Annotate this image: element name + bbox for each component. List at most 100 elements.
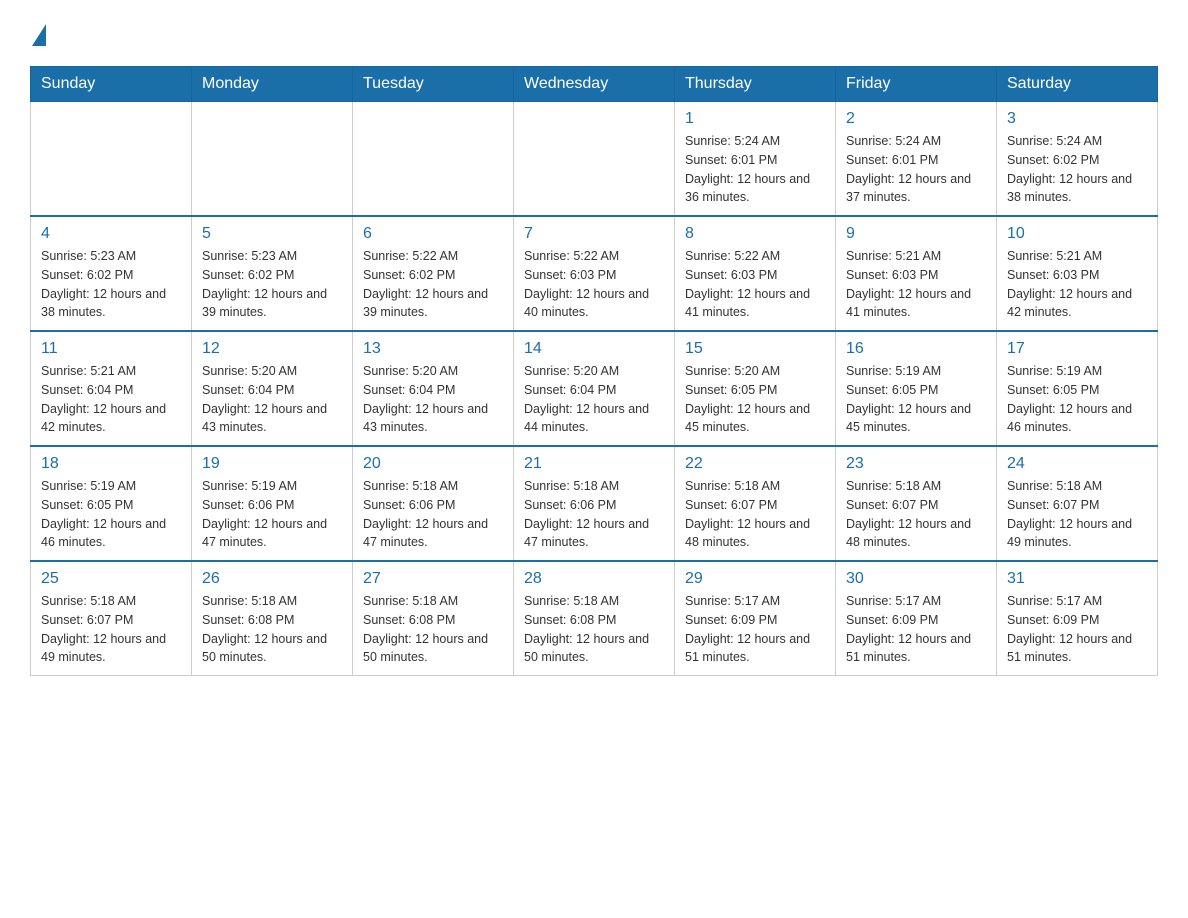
day-info: Sunrise: 5:18 AMSunset: 6:07 PMDaylight:… (685, 477, 825, 552)
day-number: 2 (846, 110, 986, 128)
calendar-cell: 8Sunrise: 5:22 AMSunset: 6:03 PMDaylight… (675, 216, 836, 331)
day-number: 21 (524, 455, 664, 473)
calendar-table: SundayMondayTuesdayWednesdayThursdayFrid… (30, 66, 1158, 676)
calendar-cell (192, 102, 353, 217)
day-of-week-header: Saturday (997, 67, 1158, 102)
day-info: Sunrise: 5:19 AMSunset: 6:06 PMDaylight:… (202, 477, 342, 552)
calendar-cell: 14 Sunrise: 5:20 AMSunset: 6:04 PMDayligh… (514, 331, 675, 446)
day-number: 16 (846, 340, 986, 358)
logo-triangle-icon (32, 24, 46, 46)
day-info: Sunrise: 5:20 AMSunset: 6:04 PMDaylight:… (202, 362, 342, 437)
day-number: 6 (363, 225, 503, 243)
calendar-cell: 6 Sunrise: 5:22 AMSunset: 6:02 PMDaylight… (353, 216, 514, 331)
page-header (30, 20, 1158, 46)
calendar-cell: 26 Sunrise: 5:18 AMSunset: 6:08 PMDayligh… (192, 561, 353, 676)
day-number: 26 (202, 570, 342, 588)
day-info: Sunrise: 5:22 AMSunset: 6:03 PMDaylight:… (685, 247, 825, 322)
calendar-cell: 3 Sunrise: 5:24 AMSunset: 6:02 PMDaylight… (997, 102, 1158, 217)
day-info: Sunrise: 5:18 AMSunset: 6:07 PMDaylight:… (41, 592, 181, 667)
day-info: Sunrise: 5:20 AMSunset: 6:04 PMDaylight:… (524, 362, 664, 437)
calendar-cell: 2 Sunrise: 5:24 AMSunset: 6:01 PMDaylight… (836, 102, 997, 217)
calendar-cell: 24 Sunrise: 5:18 AMSunset: 6:07 PMDayligh… (997, 446, 1158, 561)
day-number: 4 (41, 225, 181, 243)
calendar-cell: 30Sunrise: 5:17 AMSunset: 6:09 PMDayligh… (836, 561, 997, 676)
day-of-week-header: Sunday (31, 67, 192, 102)
day-info: Sunrise: 5:23 AMSunset: 6:02 PMDaylight:… (202, 247, 342, 322)
calendar-week-row: 25 Sunrise: 5:18 AMSunset: 6:07 PMDayligh… (31, 561, 1158, 676)
day-number: 20 (363, 455, 503, 473)
calendar-cell: 22 Sunrise: 5:18 AMSunset: 6:07 PMDayligh… (675, 446, 836, 561)
calendar-cell: 10 Sunrise: 5:21 AMSunset: 6:03 PMDayligh… (997, 216, 1158, 331)
day-number: 19 (202, 455, 342, 473)
calendar-cell: 23 Sunrise: 5:18 AMSunset: 6:07 PMDayligh… (836, 446, 997, 561)
day-info: Sunrise: 5:18 AMSunset: 6:06 PMDaylight:… (363, 477, 503, 552)
calendar-cell: 16 Sunrise: 5:19 AMSunset: 6:05 PMDayligh… (836, 331, 997, 446)
day-of-week-header: Wednesday (514, 67, 675, 102)
calendar-cell: 11 Sunrise: 5:21 AMSunset: 6:04 PMDayligh… (31, 331, 192, 446)
day-info: Sunrise: 5:18 AMSunset: 6:08 PMDaylight:… (524, 592, 664, 667)
calendar-cell (353, 102, 514, 217)
calendar-cell (514, 102, 675, 217)
day-number: 31 (1007, 570, 1147, 588)
calendar-cell: 29 Sunrise: 5:17 AMSunset: 6:09 PMDayligh… (675, 561, 836, 676)
day-number: 13 (363, 340, 503, 358)
day-number: 18 (41, 455, 181, 473)
calendar-week-row: 11 Sunrise: 5:21 AMSunset: 6:04 PMDayligh… (31, 331, 1158, 446)
calendar-week-row: 1Sunrise: 5:24 AMSunset: 6:01 PMDaylight… (31, 102, 1158, 217)
day-of-week-header: Thursday (675, 67, 836, 102)
day-info: Sunrise: 5:20 AMSunset: 6:05 PMDaylight:… (685, 362, 825, 437)
calendar-cell: 5 Sunrise: 5:23 AMSunset: 6:02 PMDaylight… (192, 216, 353, 331)
day-info: Sunrise: 5:17 AMSunset: 6:09 PMDaylight:… (685, 592, 825, 667)
day-info: Sunrise: 5:20 AMSunset: 6:04 PMDaylight:… (363, 362, 503, 437)
day-number: 23 (846, 455, 986, 473)
day-info: Sunrise: 5:19 AMSunset: 6:05 PMDaylight:… (846, 362, 986, 437)
day-number: 14 (524, 340, 664, 358)
day-number: 28 (524, 570, 664, 588)
calendar-week-row: 18 Sunrise: 5:19 AMSunset: 6:05 PMDayligh… (31, 446, 1158, 561)
logo (30, 20, 46, 46)
calendar-cell: 7 Sunrise: 5:22 AMSunset: 6:03 PMDaylight… (514, 216, 675, 331)
calendar-cell: 27Sunrise: 5:18 AMSunset: 6:08 PMDayligh… (353, 561, 514, 676)
day-info: Sunrise: 5:21 AMSunset: 6:03 PMDaylight:… (846, 247, 986, 322)
day-info: Sunrise: 5:24 AMSunset: 6:01 PMDaylight:… (846, 132, 986, 207)
day-number: 12 (202, 340, 342, 358)
day-info: Sunrise: 5:21 AMSunset: 6:04 PMDaylight:… (41, 362, 181, 437)
calendar-cell: 15Sunrise: 5:20 AMSunset: 6:05 PMDayligh… (675, 331, 836, 446)
day-info: Sunrise: 5:24 AMSunset: 6:02 PMDaylight:… (1007, 132, 1147, 207)
day-info: Sunrise: 5:23 AMSunset: 6:02 PMDaylight:… (41, 247, 181, 322)
day-info: Sunrise: 5:19 AMSunset: 6:05 PMDaylight:… (41, 477, 181, 552)
calendar-header-row: SundayMondayTuesdayWednesdayThursdayFrid… (31, 67, 1158, 102)
calendar-cell: 20 Sunrise: 5:18 AMSunset: 6:06 PMDayligh… (353, 446, 514, 561)
day-of-week-header: Tuesday (353, 67, 514, 102)
day-number: 24 (1007, 455, 1147, 473)
day-number: 7 (524, 225, 664, 243)
day-number: 3 (1007, 110, 1147, 128)
day-number: 27 (363, 570, 503, 588)
calendar-week-row: 4 Sunrise: 5:23 AMSunset: 6:02 PMDaylight… (31, 216, 1158, 331)
day-number: 11 (41, 340, 181, 358)
calendar-cell: 19 Sunrise: 5:19 AMSunset: 6:06 PMDayligh… (192, 446, 353, 561)
day-number: 29 (685, 570, 825, 588)
day-info: Sunrise: 5:18 AMSunset: 6:07 PMDaylight:… (1007, 477, 1147, 552)
day-info: Sunrise: 5:22 AMSunset: 6:02 PMDaylight:… (363, 247, 503, 322)
day-info: Sunrise: 5:17 AMSunset: 6:09 PMDaylight:… (1007, 592, 1147, 667)
day-number: 5 (202, 225, 342, 243)
day-number: 30 (846, 570, 986, 588)
calendar-cell: 13 Sunrise: 5:20 AMSunset: 6:04 PMDayligh… (353, 331, 514, 446)
day-info: Sunrise: 5:22 AMSunset: 6:03 PMDaylight:… (524, 247, 664, 322)
calendar-cell: 17Sunrise: 5:19 AMSunset: 6:05 PMDayligh… (997, 331, 1158, 446)
day-number: 17 (1007, 340, 1147, 358)
day-number: 10 (1007, 225, 1147, 243)
day-number: 9 (846, 225, 986, 243)
day-info: Sunrise: 5:18 AMSunset: 6:07 PMDaylight:… (846, 477, 986, 552)
day-info: Sunrise: 5:18 AMSunset: 6:08 PMDaylight:… (202, 592, 342, 667)
calendar-cell: 31 Sunrise: 5:17 AMSunset: 6:09 PMDayligh… (997, 561, 1158, 676)
day-number: 22 (685, 455, 825, 473)
calendar-cell: 28 Sunrise: 5:18 AMSunset: 6:08 PMDayligh… (514, 561, 675, 676)
day-info: Sunrise: 5:18 AMSunset: 6:06 PMDaylight:… (524, 477, 664, 552)
calendar-cell: 25 Sunrise: 5:18 AMSunset: 6:07 PMDayligh… (31, 561, 192, 676)
calendar-cell: 9 Sunrise: 5:21 AMSunset: 6:03 PMDaylight… (836, 216, 997, 331)
day-info: Sunrise: 5:21 AMSunset: 6:03 PMDaylight:… (1007, 247, 1147, 322)
day-number: 25 (41, 570, 181, 588)
calendar-cell: 12 Sunrise: 5:20 AMSunset: 6:04 PMDayligh… (192, 331, 353, 446)
